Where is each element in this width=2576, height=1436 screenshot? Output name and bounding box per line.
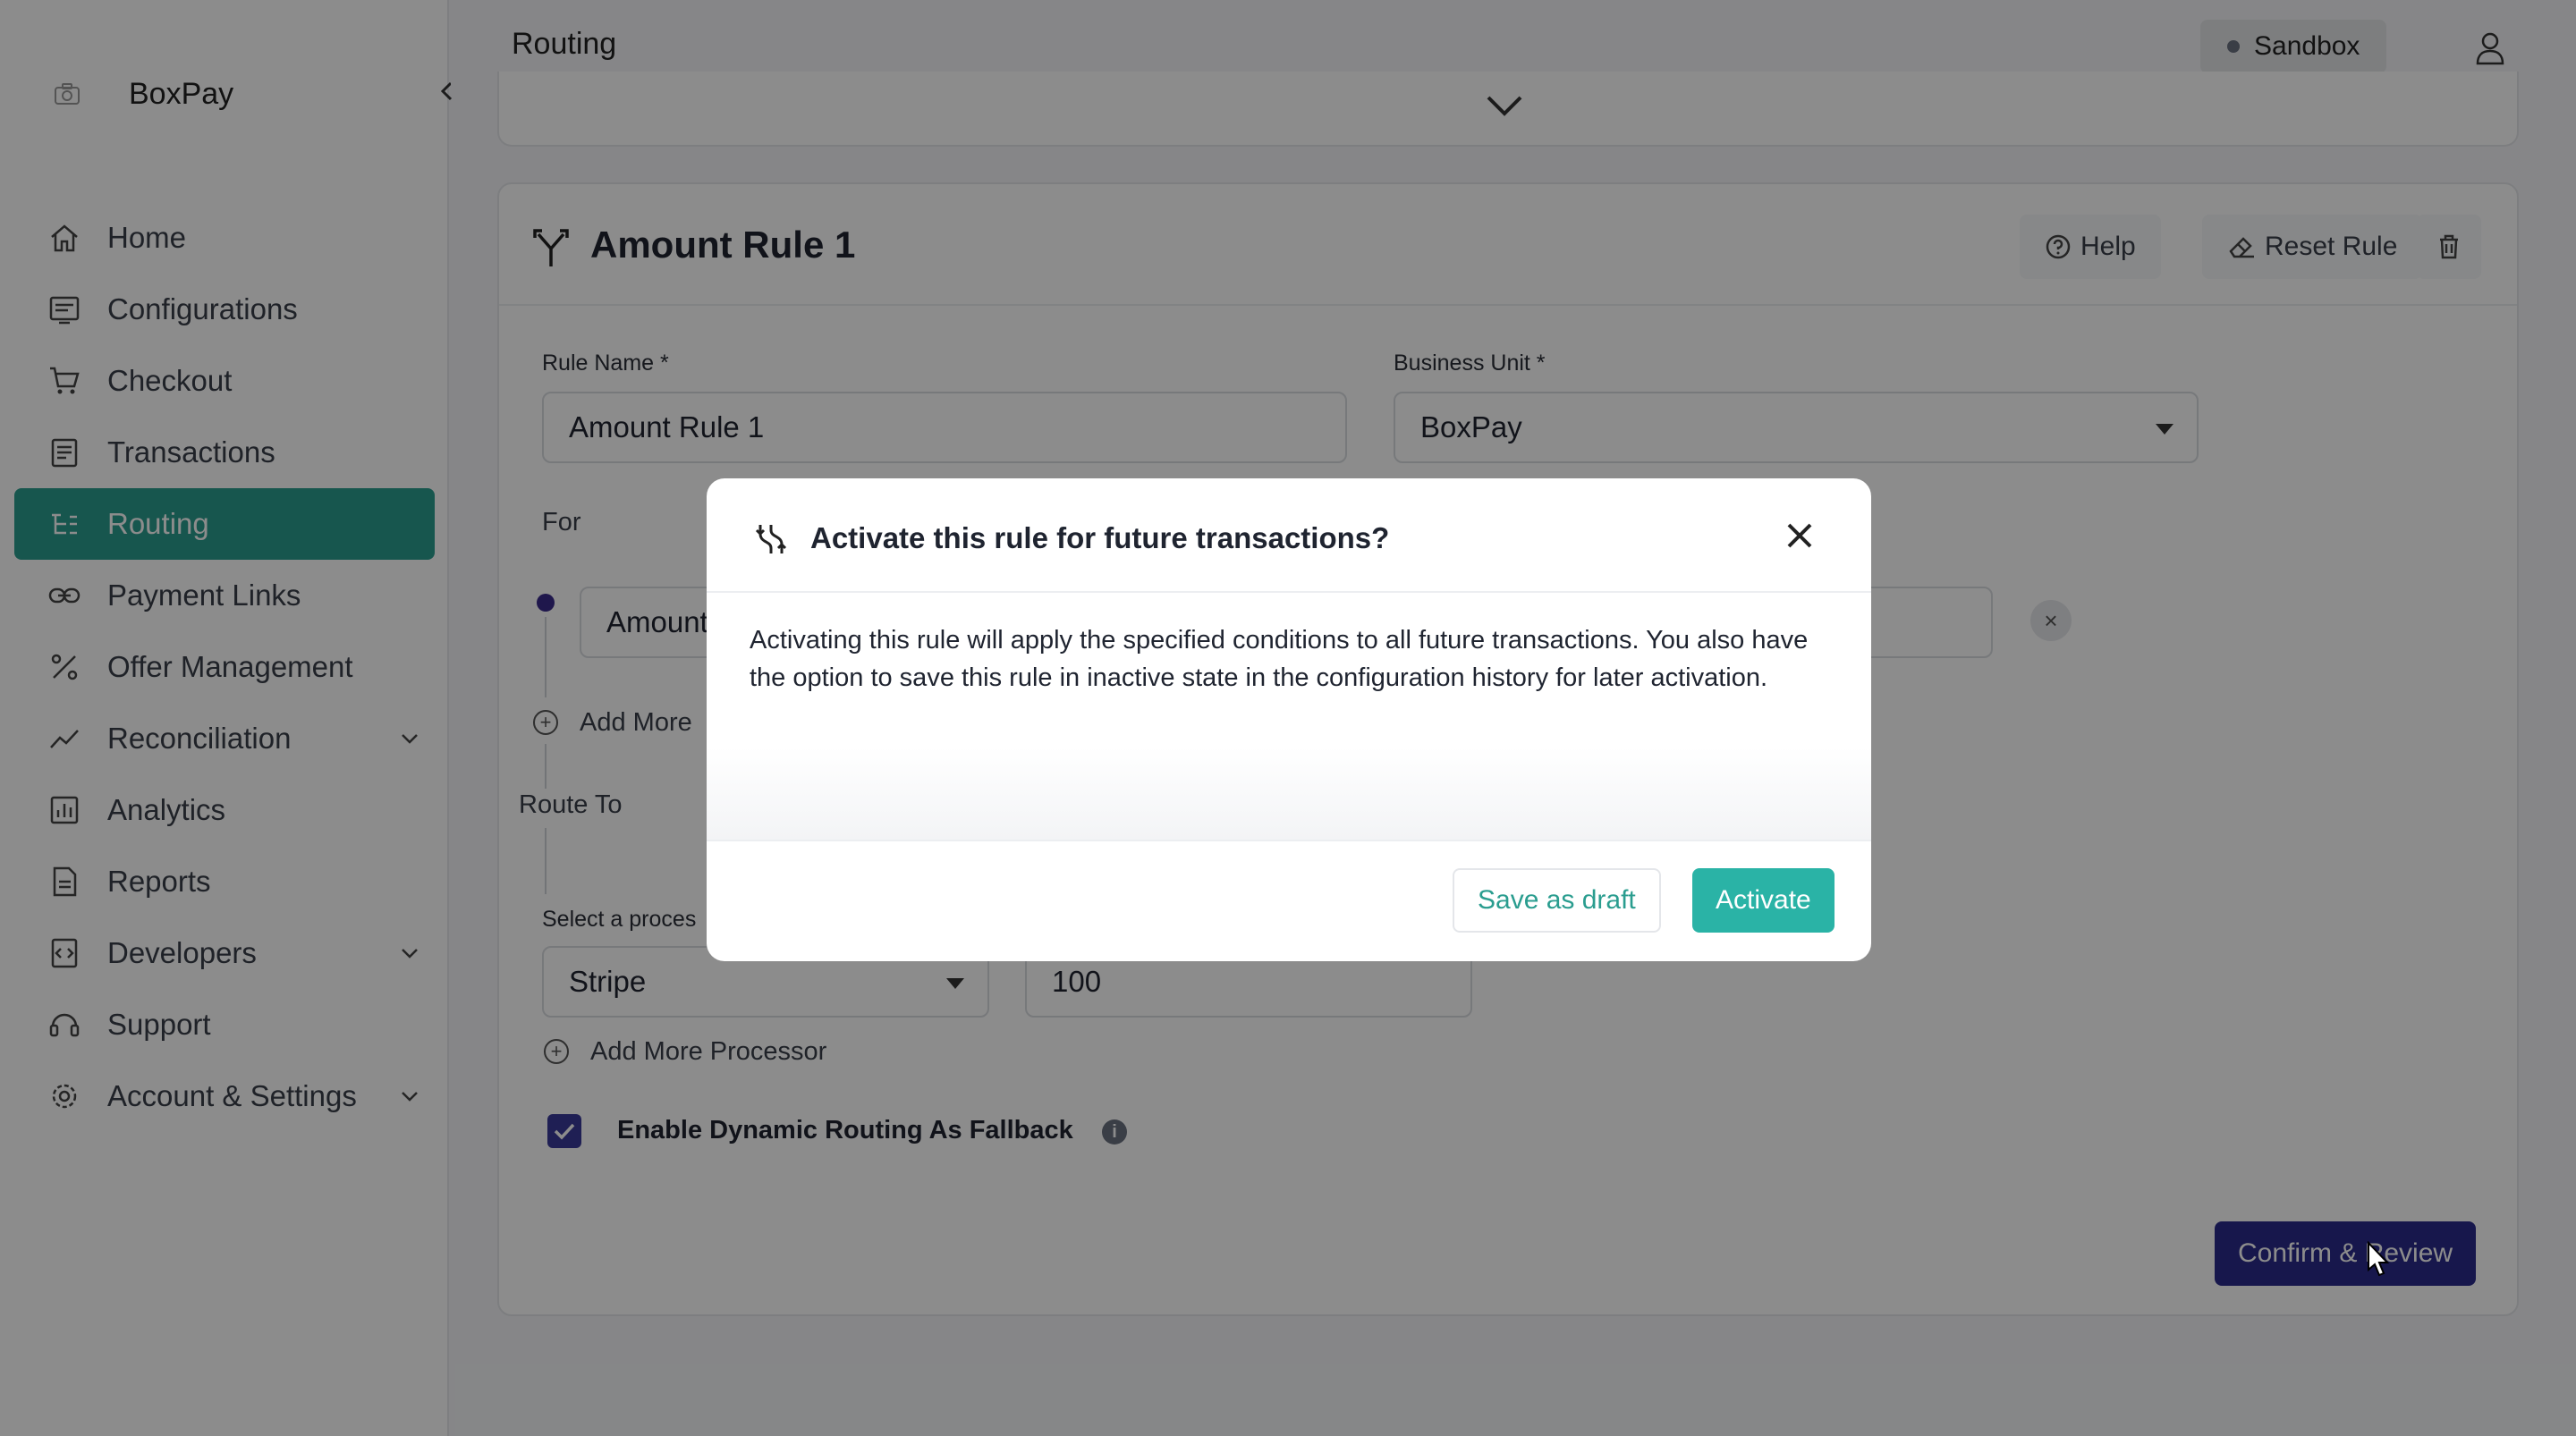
dialog-title: Activate this rule for future transactio…	[810, 521, 1390, 554]
route-icon	[753, 521, 789, 562]
dialog-message: Activating this rule will apply the spec…	[750, 626, 1809, 692]
dialog-header: Activate this rule for future transactio…	[707, 478, 1871, 593]
activate-button[interactable]: Activate	[1692, 868, 1835, 933]
activate-rule-dialog: Activate this rule for future transactio…	[707, 478, 1871, 961]
close-icon	[1787, 523, 1812, 548]
dialog-divider-shade	[707, 747, 1871, 840]
dialog-footer: Save as draft Activate	[707, 840, 1871, 961]
close-dialog-button[interactable]	[1782, 518, 1818, 553]
mouse-pointer-icon	[2365, 1240, 2392, 1283]
save-as-draft-button[interactable]: Save as draft	[1453, 868, 1661, 933]
